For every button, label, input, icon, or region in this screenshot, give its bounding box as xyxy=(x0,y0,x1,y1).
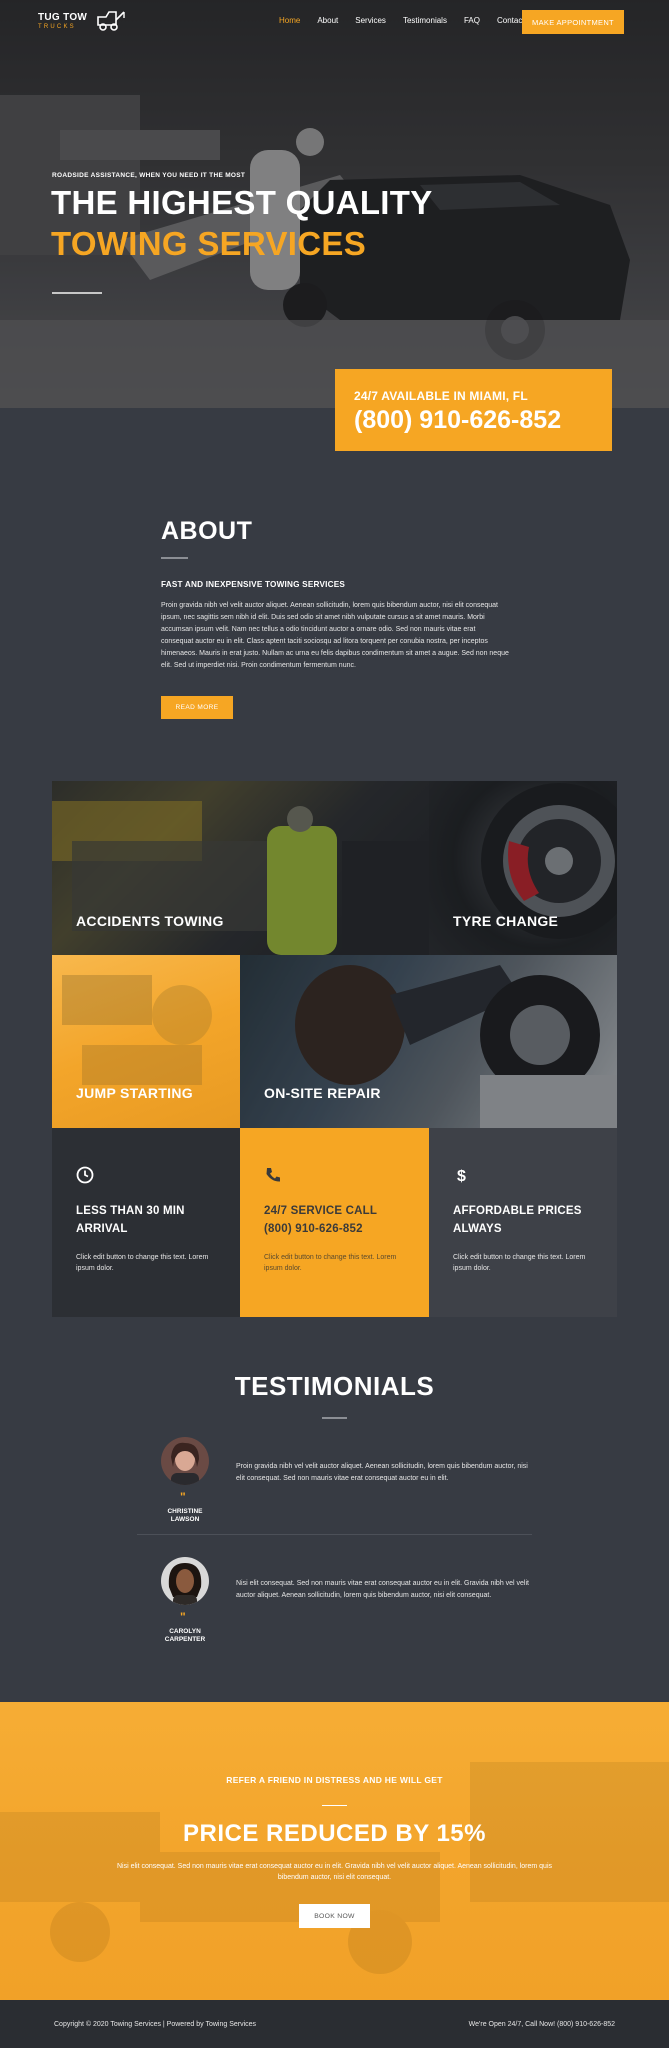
call-label: 24/7 AVAILABLE IN MIAMI, FL xyxy=(354,389,528,403)
feature-title-line2: ARRIVAL xyxy=(76,1223,128,1235)
feature-title-line1: AFFORDABLE PRICES xyxy=(453,1205,582,1217)
promo-title: PRICE REDUCED BY 15% xyxy=(183,1820,486,1847)
promo-section: REFER A FRIEND IN DISTRESS AND HE WILL G… xyxy=(0,1702,669,2000)
avatar xyxy=(161,1437,209,1485)
service-tile-accidents-towing[interactable]: ACCIDENTS TOWING xyxy=(52,781,429,955)
avatar-christine-lawson xyxy=(161,1437,209,1485)
call-box: 24/7 AVAILABLE IN MIAMI, FL (800) 910-62… xyxy=(335,369,612,451)
service-label-accidents: ACCIDENTS TOWING xyxy=(76,913,224,929)
feature-title-line1: 24/7 SERVICE CALL xyxy=(264,1205,378,1217)
footer: Copyright © 2020 Towing Services | Power… xyxy=(0,2000,669,2048)
service-label-tyre: TYRE CHANGE xyxy=(453,913,559,929)
testimonial-text: Proin gravida nibh vel velit auctor aliq… xyxy=(236,1463,528,1482)
tow-truck-icon xyxy=(97,11,125,31)
testimonial-name-line2: CARPENTER xyxy=(164,1636,206,1643)
dollar-icon: $ xyxy=(457,1168,466,1185)
tile-shade xyxy=(240,955,617,1128)
testimonial-text: Nisi elit consequat. Sed non mauris vita… xyxy=(236,1580,529,1599)
footer-contact[interactable]: We're Open 24/7, Call Now! (800) 910-626… xyxy=(469,2021,615,2028)
feature-box-prices: $ AFFORDABLE PRICES ALWAYS Click edit bu… xyxy=(429,1128,617,1317)
feature-title-line1: LESS THAN 30 MIN xyxy=(76,1205,185,1217)
promo-text: Nisi elit consequat. Sed non mauris vita… xyxy=(116,1863,553,1881)
nav-about[interactable]: About xyxy=(317,16,338,25)
feature-title-line2[interactable]: (800) 910-626-852 xyxy=(264,1220,429,1238)
clock-icon xyxy=(76,1166,94,1184)
nav-contact[interactable]: Contact xyxy=(497,16,525,25)
quote-icon: " xyxy=(180,1610,186,1624)
make-appointment-button[interactable]: MAKE APPOINTMENT xyxy=(522,10,624,34)
read-more-button[interactable]: READ MORE xyxy=(161,696,233,719)
service-label-jump: JUMP STARTING xyxy=(76,1085,193,1101)
testimonial-name-line1: CHRISTINE xyxy=(167,1508,203,1515)
feature-box-arrival: LESS THAN 30 MIN ARRIVAL Click edit butt… xyxy=(52,1128,240,1317)
top-navigation: TUG TOW TRUCKS Home About Services Testi… xyxy=(0,0,669,44)
feature-text: Click edit button to change this text. L… xyxy=(76,1254,209,1272)
testimonials-title: TESTIMONIALS xyxy=(234,1371,435,1401)
feature-text: Click edit button to change this text. L… xyxy=(264,1254,397,1272)
avatar-carolyn-carpenter xyxy=(161,1557,209,1605)
nav-testimonials[interactable]: Testimonials xyxy=(403,16,447,25)
svg-text:$: $ xyxy=(457,1168,466,1184)
testimonials-divider xyxy=(322,1417,347,1419)
phone-icon xyxy=(266,1168,280,1182)
hero-title-line2: TOWING SERVICES xyxy=(51,225,367,262)
service-label-repair: ON-SITE REPAIR xyxy=(264,1085,381,1101)
hero-divider xyxy=(52,292,102,294)
footer-copyright: Copyright © 2020 Towing Services | Power… xyxy=(54,2021,257,2028)
about-title: ABOUT xyxy=(161,517,253,545)
engine-photo xyxy=(62,975,212,1085)
call-number[interactable]: (800) 910-626-852 xyxy=(354,406,612,435)
logo-line2: TRUCKS xyxy=(38,24,76,30)
nav-links: Home About Services Testimonials FAQ Con… xyxy=(279,16,542,25)
hero-title-line1: THE HIGHEST QUALITY xyxy=(51,184,433,221)
nav-faq[interactable]: FAQ xyxy=(464,16,480,25)
avatar xyxy=(161,1557,209,1605)
promo-kicker: REFER A FRIEND IN DISTRESS AND HE WILL G… xyxy=(226,1775,443,1785)
book-now-button[interactable]: BOOK NOW xyxy=(299,1904,370,1928)
feature-text: Click edit button to change this text. L… xyxy=(453,1254,586,1272)
testimonial-divider xyxy=(137,1534,532,1535)
feature-box-service-call: 24/7 SERVICE CALL (800) 910-626-852 Clic… xyxy=(240,1128,429,1317)
service-tile-tyre-change[interactable]: TYRE CHANGE xyxy=(429,781,617,955)
nav-services[interactable]: Services xyxy=(355,16,386,25)
site-logo[interactable]: TUG TOW TRUCKS xyxy=(38,11,125,31)
about-divider xyxy=(161,557,188,559)
quote-icon: " xyxy=(180,1490,186,1504)
feature-title-line2: ALWAYS xyxy=(453,1223,502,1235)
nav-home[interactable]: Home xyxy=(279,16,300,25)
service-tile-on-site-repair[interactable]: ON-SITE REPAIR xyxy=(240,955,617,1128)
promo-divider xyxy=(322,1805,347,1806)
about-subtitle: FAST AND INEXPENSIVE TOWING SERVICES xyxy=(161,580,346,589)
service-tile-jump-starting[interactable]: JUMP STARTING xyxy=(52,955,240,1128)
hero-kicker: ROADSIDE ASSISTANCE, WHEN YOU NEED IT TH… xyxy=(52,172,246,179)
about-body: Proin gravida nibh vel velit auctor aliq… xyxy=(161,602,509,669)
logo-line1: TUG TOW xyxy=(38,12,88,23)
testimonial-name-line1: CAROLYN xyxy=(169,1628,201,1635)
promo-background-photo xyxy=(0,1762,669,1974)
testimonial-name-line2: LAWSON xyxy=(170,1516,200,1523)
